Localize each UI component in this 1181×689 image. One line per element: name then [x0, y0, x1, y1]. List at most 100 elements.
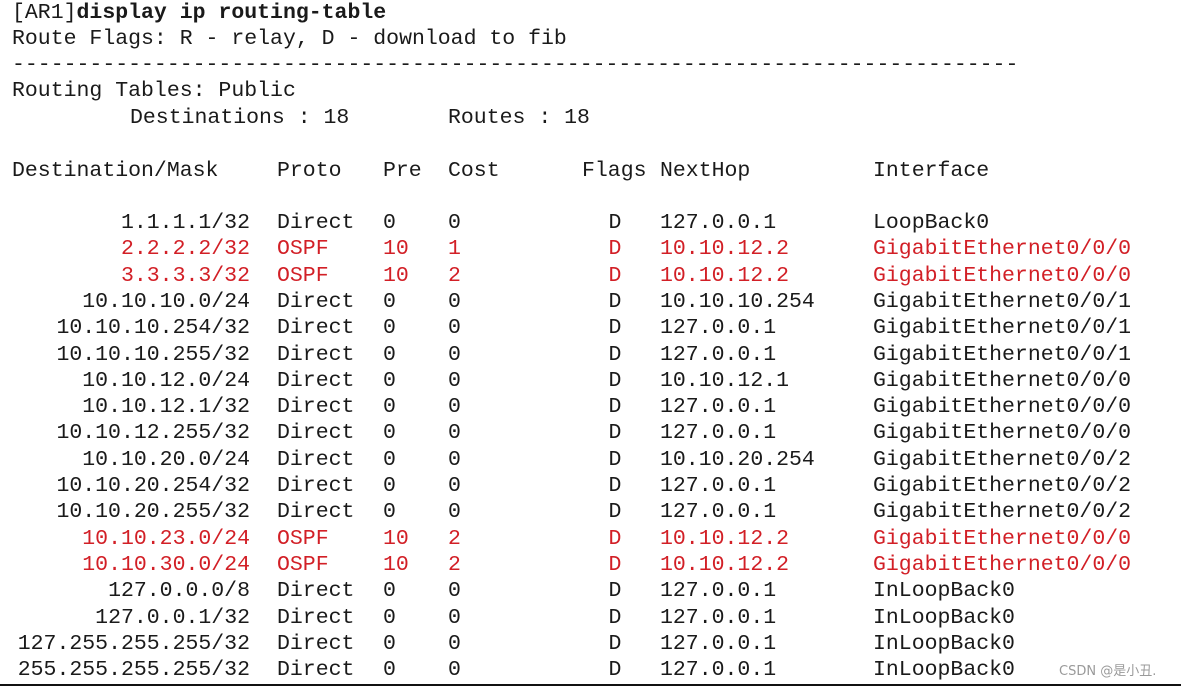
cell-nexthop: 10.10.12.2	[660, 527, 790, 551]
cell-destination: 2.2.2.2/32	[120, 237, 250, 261]
cell-cost: 0	[448, 290, 461, 314]
column-header-nexthop: NextHop	[660, 159, 751, 183]
cell-proto: Direct	[277, 658, 355, 682]
cell-proto: Direct	[277, 343, 355, 367]
cell-proto: Direct	[277, 448, 355, 472]
cell-destination: 10.10.20.255/32	[56, 500, 250, 524]
cell-cost: 1	[448, 237, 461, 261]
cell-cost: 0	[448, 369, 461, 393]
cell-nexthop: 10.10.12.2	[660, 264, 790, 288]
cell-interface: GigabitEthernet0/0/2	[873, 474, 1132, 498]
cell-proto: Direct	[277, 316, 355, 340]
cell-destination: 10.10.12.255/32	[56, 421, 250, 445]
routing-tables-label: Routing Tables: Public	[12, 79, 296, 103]
cell-flags: D	[608, 632, 622, 656]
cell-interface: InLoopBack0	[873, 632, 1015, 656]
cell-proto: OSPF	[277, 527, 329, 551]
cell-pre: 0	[383, 606, 396, 630]
cell-interface: GigabitEthernet0/0/1	[873, 316, 1132, 340]
cell-destination: 1.1.1.1/32	[120, 211, 250, 235]
cell-nexthop: 10.10.12.2	[660, 237, 790, 261]
cell-interface: GigabitEthernet0/0/2	[873, 500, 1132, 524]
cell-interface: InLoopBack0	[873, 579, 1015, 603]
cell-proto: Direct	[277, 369, 355, 393]
cell-proto: Direct	[277, 632, 355, 656]
cell-flags: D	[608, 369, 622, 393]
cell-proto: Direct	[277, 579, 355, 603]
cell-cost: 2	[448, 553, 461, 577]
cell-pre: 0	[383, 290, 396, 314]
cell-pre: 0	[383, 421, 396, 445]
cell-cost: 0	[448, 448, 461, 472]
cell-interface: GigabitEthernet0/0/0	[873, 264, 1132, 288]
cell-interface: GigabitEthernet0/0/0	[873, 527, 1132, 551]
cell-pre: 10	[383, 237, 409, 261]
cell-proto: OSPF	[277, 264, 329, 288]
cell-nexthop: 127.0.0.1	[660, 421, 777, 445]
cell-flags: D	[608, 606, 622, 630]
cell-pre: 0	[383, 369, 396, 393]
cell-cost: 0	[448, 395, 461, 419]
cell-flags: D	[608, 527, 622, 551]
cell-pre: 0	[383, 343, 396, 367]
cell-nexthop: 10.10.12.2	[660, 553, 790, 577]
cell-cost: 0	[448, 500, 461, 524]
cell-pre: 10	[383, 527, 409, 551]
cell-nexthop: 10.10.10.254	[660, 290, 815, 314]
cell-proto: OSPF	[277, 553, 329, 577]
separator-line: ----------------------------------------…	[12, 53, 1019, 77]
cell-interface: InLoopBack0	[873, 606, 1015, 630]
cell-nexthop: 127.0.0.1	[660, 579, 777, 603]
flags-legend: Route Flags: R - relay, D - download to …	[12, 27, 567, 51]
cell-flags: D	[608, 658, 622, 682]
cell-pre: 10	[383, 553, 409, 577]
column-header-pre: Pre	[383, 159, 422, 183]
cell-destination: 10.10.12.0/24	[82, 369, 250, 393]
cell-proto: OSPF	[277, 237, 329, 261]
cell-pre: 0	[383, 579, 396, 603]
cell-interface: GigabitEthernet0/0/1	[873, 343, 1132, 367]
cell-nexthop: 10.10.20.254	[660, 448, 815, 472]
cell-interface: GigabitEthernet0/0/0	[873, 369, 1132, 393]
command-line: [AR1]display ip routing-table	[12, 0, 386, 26]
cell-interface: GigabitEthernet0/0/0	[873, 395, 1132, 419]
cell-flags: D	[608, 421, 622, 445]
cell-nexthop: 10.10.12.1	[660, 369, 790, 393]
cell-cost: 0	[448, 211, 461, 235]
cell-nexthop: 127.0.0.1	[660, 474, 777, 498]
cell-flags: D	[608, 579, 622, 603]
cell-interface: GigabitEthernet0/0/0	[873, 421, 1132, 445]
cell-pre: 10	[383, 264, 409, 288]
cell-nexthop: 127.0.0.1	[660, 632, 777, 656]
column-header-interface: Interface	[873, 159, 990, 183]
cell-cost: 0	[448, 421, 461, 445]
cell-cost: 2	[448, 527, 461, 551]
cell-destination: 10.10.10.0/24	[82, 290, 250, 314]
cell-flags: D	[608, 500, 622, 524]
cell-nexthop: 127.0.0.1	[660, 606, 777, 630]
cell-pre: 0	[383, 632, 396, 656]
cell-pre: 0	[383, 500, 396, 524]
cell-proto: Direct	[277, 211, 355, 235]
cell-cost: 2	[448, 264, 461, 288]
cell-destination: 10.10.10.255/32	[56, 343, 250, 367]
cli-prompt: [AR1]	[12, 1, 77, 25]
cell-cost: 0	[448, 343, 461, 367]
cell-nexthop: 127.0.0.1	[660, 211, 777, 235]
cell-flags: D	[608, 448, 622, 472]
cell-proto: Direct	[277, 500, 355, 524]
cell-destination: 10.10.20.254/32	[56, 474, 250, 498]
cell-pre: 0	[383, 658, 396, 682]
cell-destination: 127.255.255.255/32	[17, 632, 250, 656]
cell-destination: 3.3.3.3/32	[120, 264, 250, 288]
cell-proto: Direct	[277, 290, 355, 314]
cli-command: display ip routing-table	[76, 1, 387, 25]
cell-cost: 0	[448, 579, 461, 603]
cell-destination: 127.0.0.0/8	[108, 579, 250, 603]
cell-nexthop: 127.0.0.1	[660, 500, 777, 524]
cell-flags: D	[608, 264, 622, 288]
column-header-proto: Proto	[277, 159, 342, 183]
cell-cost: 0	[448, 474, 461, 498]
cell-cost: 0	[448, 606, 461, 630]
cell-destination: 255.255.255.255/32	[17, 658, 250, 682]
